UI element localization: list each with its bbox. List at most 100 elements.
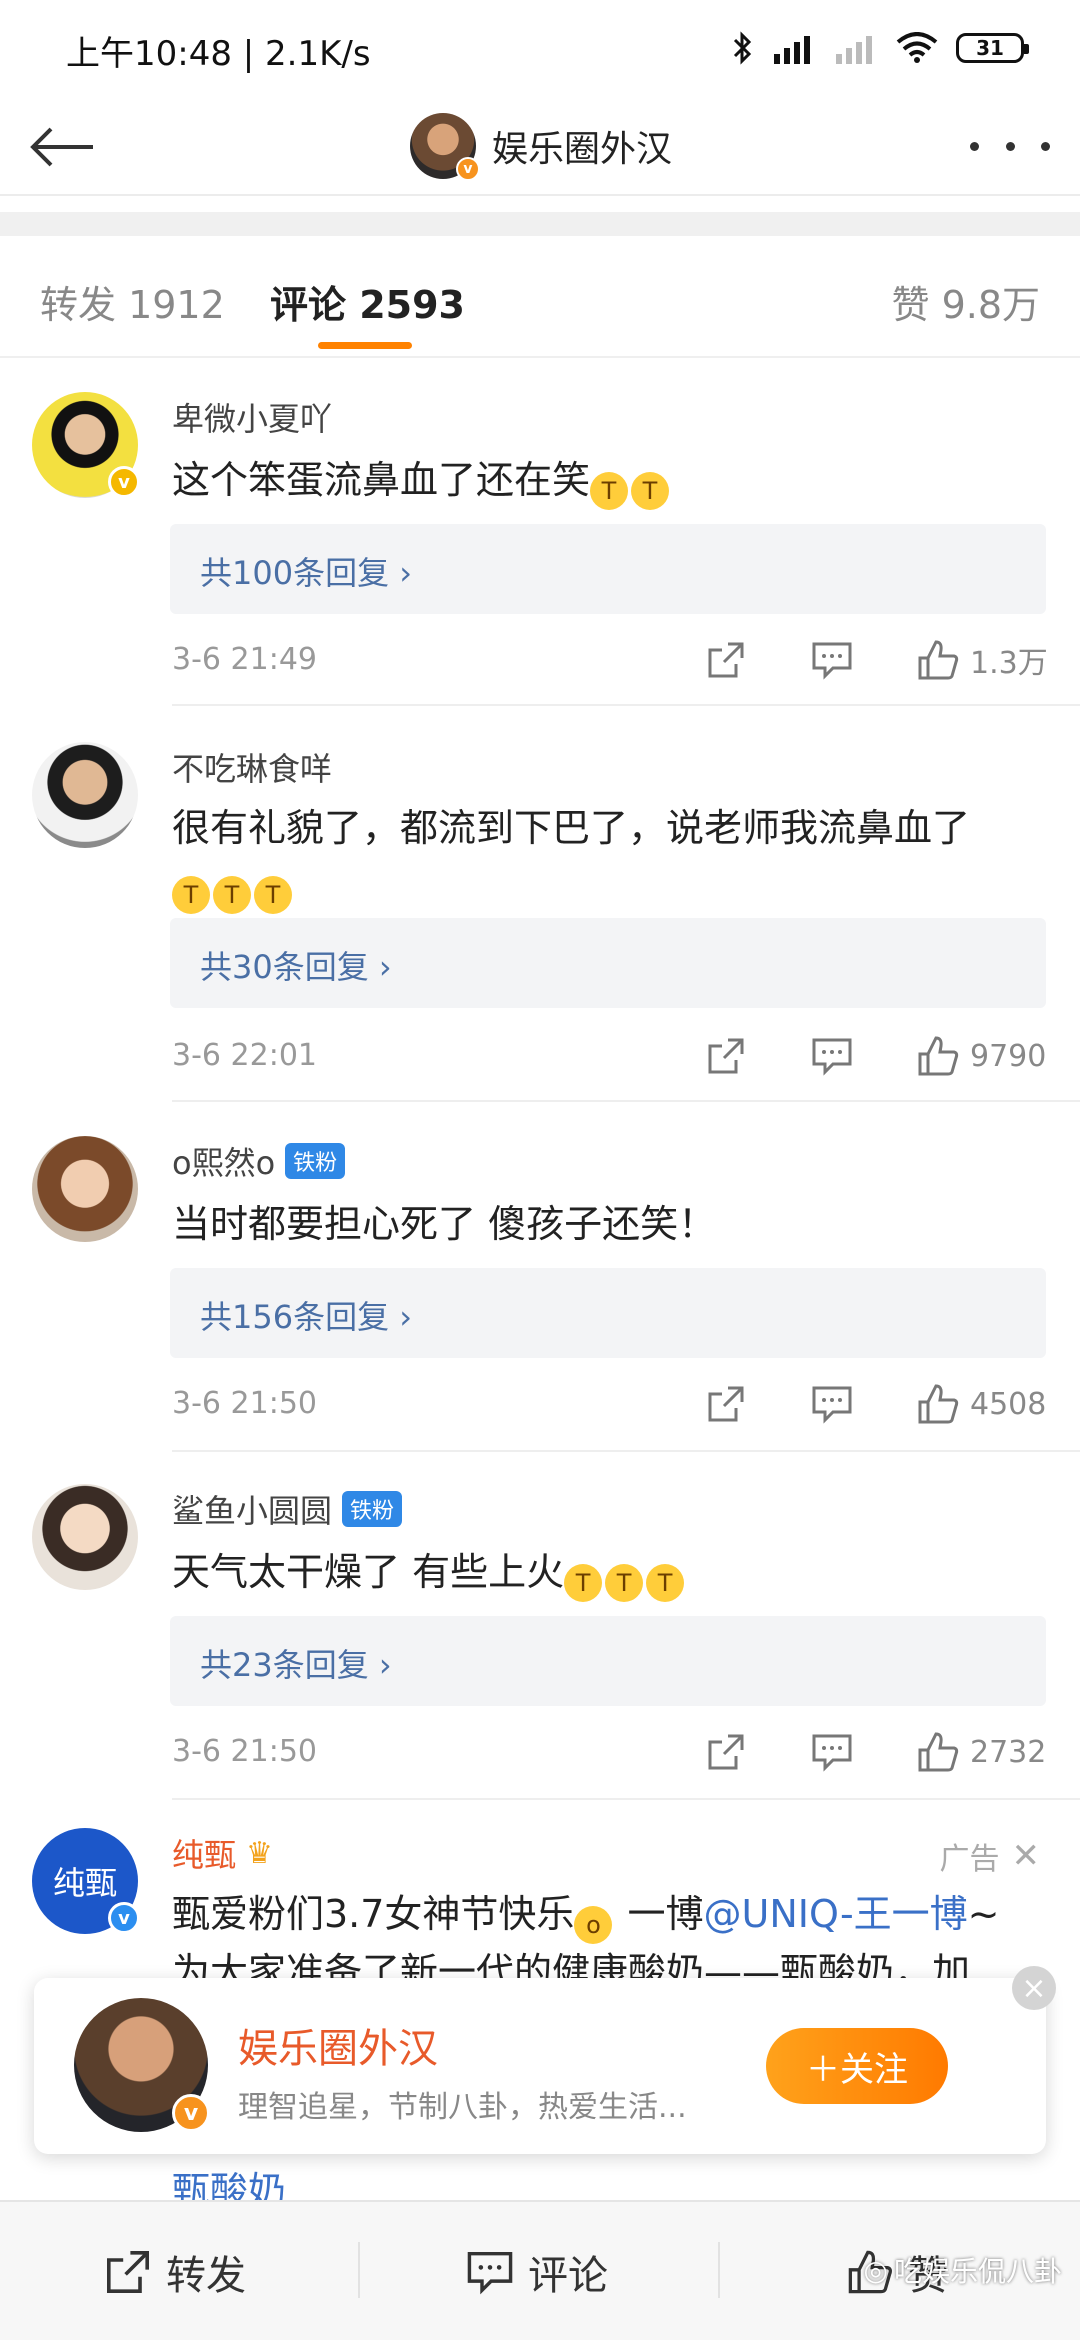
signal-weak-icon (836, 36, 872, 64)
repost-icon (107, 2251, 149, 2293)
comment-username[interactable]: o熙然o 铁粉 (172, 1138, 346, 1184)
like-count: 9790 (970, 1038, 1047, 1074)
comment-item: v 卑微小夏吖 这个笨蛋流鼻血了还在笑 T T 共100条回复 › 3-6 21:4… (0, 360, 1080, 706)
comment-button[interactable]: 评论 (466, 2202, 608, 2340)
verified-badge-icon: v (108, 466, 140, 498)
comment-timestamp: 3-6 21:50 (172, 1734, 317, 1769)
ad-text: ~ (967, 1892, 1000, 1936)
username-text[interactable]: 鲨鱼小圆圆 (172, 1486, 332, 1532)
header-profile[interactable]: v 娱乐圈外汉 (410, 104, 672, 188)
comment-actions: 2732 (702, 1728, 1050, 1776)
surprised-emoji-icon: o (574, 1906, 613, 1944)
crying-emoji-icon: T (590, 472, 629, 510)
comment-timestamp: 3-6 22:01 (172, 1038, 317, 1073)
comment-icon[interactable] (808, 1032, 856, 1080)
crown-icon: ♛ (246, 1835, 273, 1871)
tab-reposts[interactable]: 转发 1912 (40, 274, 225, 329)
comment-actions: 1.3万 (702, 636, 1050, 684)
repost-button[interactable]: 转发 (104, 2202, 246, 2340)
comment-username[interactable]: 纯甄 ♛ (172, 1830, 273, 1876)
comment-item: o熙然o 铁粉 当时都要担心死了 傻孩子还笑！ 共156条回复 › 3-6 21… (0, 1104, 1080, 1452)
comment-text: 天气太干燥了 有些上火 T T T (172, 1544, 1052, 1602)
comment-text: 很有礼貌了，都流到下巴了，说老师我流鼻血了 T T T (172, 800, 1052, 914)
view-replies-link[interactable]: 共100条回复 › (200, 548, 412, 594)
repost-icon[interactable] (702, 1032, 750, 1080)
top-nav-bar: v 娱乐圈外汉 (0, 96, 1080, 196)
avatar[interactable]: 纯甄 v (32, 1828, 140, 1934)
like-count: 4508 (970, 1386, 1047, 1422)
view-replies-link[interactable]: 共23条回复 › (200, 1640, 392, 1686)
like-thumb-icon[interactable] (914, 1728, 962, 1776)
more-options-button[interactable] (970, 126, 1050, 166)
status-time: 上午10:48 | 2.1K/s (66, 34, 371, 74)
like-count: 1.3万 (970, 646, 1048, 681)
verified-badge-icon: v (108, 1902, 140, 1934)
crying-emoji-icon: T (605, 1564, 644, 1602)
comment-username[interactable]: 卑微小夏吖 (172, 394, 332, 440)
username-text[interactable]: 不吃琳食咩 (172, 744, 332, 790)
ad-label-text: 广告 (939, 1842, 1000, 1877)
comment-text-content: 天气太干燥了 有些上火 (172, 1550, 565, 1594)
repost-icon[interactable] (702, 636, 750, 684)
signal-icon (774, 36, 810, 64)
avatar[interactable]: v (32, 392, 140, 498)
like-thumb-icon[interactable] (914, 636, 962, 684)
comment-timestamp: 3-6 21:49 (172, 642, 317, 677)
header-avatar[interactable]: v (410, 113, 480, 181)
repost-label: 转发 (166, 2253, 246, 2299)
fan-badge: 铁粉 (285, 1143, 346, 1179)
comment-label: 评论 (528, 2253, 608, 2299)
like-thumb-icon[interactable] (914, 1032, 962, 1080)
comment-username[interactable]: 鲨鱼小圆圆 铁粉 (172, 1486, 403, 1532)
comment-text-content: 这个笨蛋流鼻血了还在笑 (172, 458, 591, 502)
wechat-icon: ◎ (863, 2253, 888, 2287)
avatar[interactable] (32, 1484, 138, 1590)
tab-likes[interactable]: 赞 9.8万 (891, 274, 1040, 329)
divider (172, 704, 1080, 706)
close-icon[interactable]: × (1012, 1966, 1056, 2010)
like-count: 2732 (970, 1734, 1047, 1770)
interaction-tabs: 转发 1912 评论 2593 赞 9.8万 (0, 236, 1080, 358)
replies-box[interactable]: 共30条回复 › (170, 918, 1046, 1008)
follow-button[interactable]: ＋关注 (766, 2028, 948, 2104)
comment-text-content: 很有礼貌了，都流到下巴了，说老师我流鼻血了 (172, 806, 971, 850)
like-thumb-icon[interactable] (914, 1380, 962, 1428)
close-icon[interactable]: ✕ (1012, 1836, 1041, 1876)
status-icons: 31 (732, 26, 1029, 70)
follow-card-description: 理智追星，节制八卦，热爱生活... (238, 2090, 687, 2125)
comment-actions: 4508 (702, 1380, 1050, 1428)
view-replies-link[interactable]: 共156条回复 › (200, 1292, 412, 1338)
comment-icon[interactable] (808, 636, 856, 684)
avatar[interactable] (32, 742, 138, 848)
avatar[interactable]: v (74, 1998, 210, 2132)
crying-emoji-icon: T (213, 876, 251, 914)
active-tab-indicator (318, 342, 412, 349)
replies-box[interactable]: 共156条回复 › (170, 1268, 1046, 1358)
follow-card-name[interactable]: 娱乐圈外汉 (238, 2016, 438, 2074)
page-title: 娱乐圈外汉 (492, 129, 673, 170)
view-replies-link[interactable]: 共30条回复 › (200, 942, 392, 988)
repost-icon[interactable] (702, 1380, 750, 1428)
tab-comments[interactable]: 评论 2593 (270, 274, 465, 329)
username-text[interactable]: 纯甄 (172, 1830, 236, 1876)
comment-text: 这个笨蛋流鼻血了还在笑 T T (172, 452, 1052, 510)
mention-link[interactable]: @UNIQ-王一博 (704, 1892, 968, 1936)
comment-icon[interactable] (808, 1380, 856, 1428)
comment-username[interactable]: 不吃琳食咩 (172, 744, 332, 790)
section-separator (0, 212, 1080, 236)
back-button[interactable] (22, 114, 102, 180)
username-text[interactable]: 卑微小夏吖 (172, 394, 332, 440)
replies-box[interactable]: 共100条回复 › (170, 524, 1046, 614)
ad-text: 一博 (615, 1892, 704, 1936)
repost-icon[interactable] (702, 1728, 750, 1776)
avatar[interactable] (32, 1136, 138, 1242)
username-text[interactable]: o熙然o (172, 1138, 275, 1184)
comment-icon[interactable] (808, 1728, 856, 1776)
comment-timestamp: 3-6 21:50 (172, 1386, 317, 1421)
verified-badge-icon: v (456, 157, 480, 181)
bluetooth-icon (733, 31, 752, 65)
brand-logo-text: 纯甄 (52, 1864, 117, 1902)
comment-icon (467, 2252, 513, 2295)
wifi-icon (896, 32, 938, 63)
replies-box[interactable]: 共23条回复 › (170, 1616, 1046, 1706)
